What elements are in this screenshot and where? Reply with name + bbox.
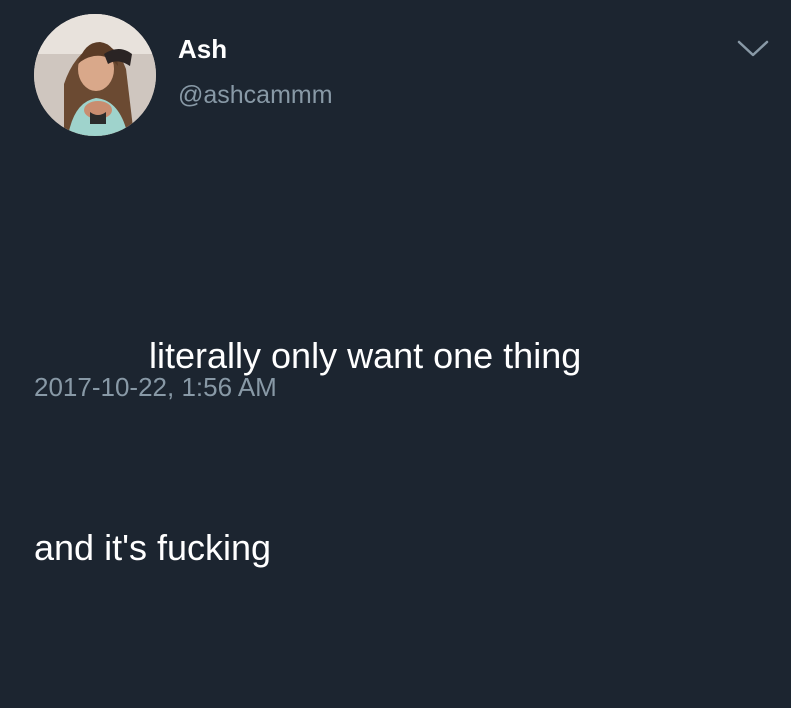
user-handle[interactable]: @ashcammm (178, 80, 333, 110)
display-name[interactable]: Ash (178, 34, 227, 64)
chevron-down-icon[interactable] (736, 38, 770, 60)
tweet-text: literally only want one thing and it's f… (34, 196, 754, 708)
tweet-card: Ash @ashcammm literally only want one th… (0, 0, 791, 568)
avatar-image (34, 14, 156, 136)
avatar[interactable] (34, 14, 156, 136)
timestamp[interactable]: 2017-10-22, 1:56 AM (34, 372, 277, 402)
tweet-text-line-2: and it's fucking (34, 527, 272, 568)
